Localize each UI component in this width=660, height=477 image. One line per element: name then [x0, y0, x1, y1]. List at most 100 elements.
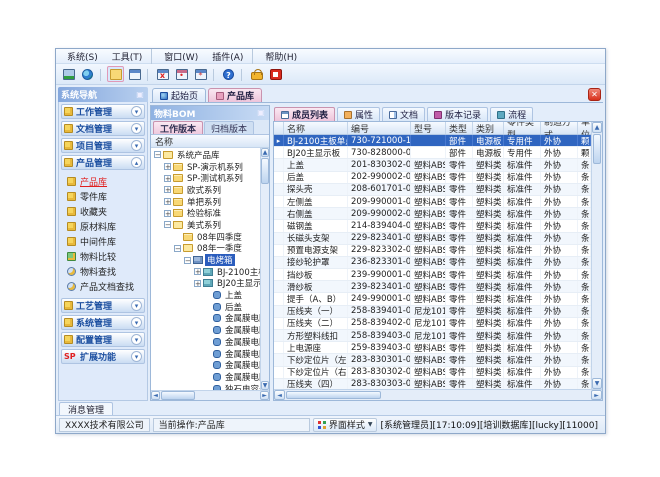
tree-node[interactable]: − 系统产品库 — [151, 149, 260, 161]
toolbar-button[interactable] — [60, 66, 77, 82]
toolbar-button[interactable] — [248, 66, 265, 82]
expander-plus[interactable]: + — [164, 198, 171, 205]
menu-item[interactable]: 插件(A) — [206, 49, 253, 64]
ui-style-button[interactable]: 界面样式 ▼ — [313, 418, 378, 432]
pin-icon[interactable]: ▣ — [135, 90, 145, 100]
toolbar-button[interactable]: • — [173, 66, 190, 82]
arrow-right-icon[interactable]: ► — [591, 390, 602, 400]
tree-node[interactable]: 08年四季度 — [151, 231, 260, 243]
sidebar-item[interactable]: 物料查找 — [67, 264, 145, 279]
member-tab[interactable]: 属性 — [337, 107, 380, 121]
document-tab[interactable]: 产品库 — [208, 88, 262, 102]
table-row[interactable]: 压线夹（四） 283-830303-00X 塑料ABS 零件 塑料类 标准件 外… — [274, 379, 591, 389]
tree-node[interactable]: + 欧式系列 — [151, 184, 260, 196]
chevron-down-icon[interactable]: ▾ — [131, 351, 142, 362]
chevron-down-icon[interactable]: ▾ — [131, 300, 142, 311]
scrollbar-thumb[interactable] — [161, 391, 195, 400]
chevron-down-icon[interactable]: ▾ — [131, 106, 142, 117]
tree-horizontal-scrollbar[interactable]: ◄ ► — [151, 390, 269, 400]
column-header[interactable]: 类别 — [473, 122, 504, 134]
tree-node[interactable]: 金属膜电阻器 — [151, 324, 260, 336]
arrow-up-icon[interactable]: ▲ — [592, 122, 602, 133]
column-header[interactable]: 类型 — [446, 122, 473, 134]
menu-item[interactable]: 帮助(H) — [259, 49, 303, 64]
chevron-up-icon[interactable]: ▴ — [131, 157, 142, 168]
toolbar-button[interactable]: * — [192, 66, 209, 82]
member-tab[interactable]: 流程 — [490, 107, 533, 121]
tree-node[interactable]: 金属膜电阻器 — [151, 359, 260, 371]
column-header[interactable]: 型号 — [411, 122, 446, 134]
grid-horizontal-scrollbar[interactable]: ◄ ► — [274, 389, 602, 400]
arrow-up-icon[interactable]: ▲ — [261, 148, 269, 157]
sidebar-item[interactable]: 中间件库 — [67, 234, 145, 249]
table-row[interactable]: 左侧盖 209-990001-01X 塑料ABS 零件 塑料类 标准件 外协 条 — [274, 196, 591, 208]
arrow-right-icon[interactable]: ► — [260, 391, 269, 400]
toolbar-button[interactable]: ? — [220, 66, 237, 82]
arrow-left-icon[interactable]: ◄ — [274, 390, 285, 400]
table-row[interactable]: 探头壳 208-601701-01X 塑料ABS 零件 塑料类 标准件 外协 条 — [274, 184, 591, 196]
chevron-down-icon[interactable]: ▾ — [131, 334, 142, 345]
tree-node[interactable]: 独石电容器 — [151, 383, 260, 390]
tree-node[interactable]: + 单把系列 — [151, 196, 260, 208]
pin-icon[interactable]: ▣ — [256, 108, 266, 118]
chevron-down-icon[interactable]: ▾ — [131, 140, 142, 151]
tree-node[interactable]: + BJ20主显示板 — [151, 278, 260, 290]
member-tab[interactable]: 文档 — [382, 107, 425, 121]
expander-plus[interactable]: + — [164, 175, 171, 182]
tree-node[interactable]: + SP-演示机系列 — [151, 161, 260, 173]
sidebar-section[interactable]: 配置管理 ▾ — [61, 332, 145, 347]
table-row[interactable]: 磁钢盖 214-839404-01X 塑料ABS 零件 塑料类 标准件 外协 条 — [274, 220, 591, 232]
column-header[interactable]: 零件类型 — [504, 122, 541, 134]
table-row[interactable]: 上盖 201-830302-00X 塑料ABS 零件 塑料类 标准件 外协 条 — [274, 159, 591, 171]
tree-node[interactable]: − 电烤箱 — [151, 254, 260, 266]
column-header[interactable]: 编号 — [348, 122, 411, 134]
tree-node[interactable]: + BJ-2100主板单点 — [151, 266, 260, 278]
table-row[interactable]: 挡纱板 239-990001-01X 塑料ABS 零件 塑料类 标准件 外协 条 — [274, 269, 591, 281]
table-row[interactable]: 滑纱板 239-823401-00X 塑料ABS 零件 塑料类 标准件 外协 条 — [274, 281, 591, 293]
table-row[interactable]: 上电源座 259-839403-00X 塑料ABS 零件 塑料类 标准件 外协 … — [274, 342, 591, 354]
sidebar-item[interactable]: 收藏夹 — [67, 204, 145, 219]
toolbar-button[interactable]: x — [154, 66, 171, 82]
tree-node[interactable]: 金属膜电阻器 — [151, 348, 260, 360]
tree-node[interactable]: 后盖 — [151, 301, 260, 313]
table-row[interactable]: 右侧盖 209-990002-01X 塑料ABS 零件 塑料类 标准件 外协 条 — [274, 208, 591, 220]
toolbar-button[interactable] — [79, 66, 96, 82]
tree-node[interactable]: + SP-测试机系列 — [151, 172, 260, 184]
table-row[interactable]: 长磁头支架 229-823401-00X 塑料ABS 零件 塑料类 标准件 外协… — [274, 233, 591, 245]
table-row[interactable]: 压线夹（一） 258-839401-00X 尼龙1010 零件 塑料类 标准件 … — [274, 306, 591, 318]
expander-plus[interactable]: + — [194, 280, 201, 287]
arrow-down-icon[interactable]: ▼ — [592, 378, 602, 389]
expander-minus[interactable]: − — [184, 257, 191, 264]
table-row[interactable]: 接纱轮护罩 236-823301-00X 塑料ABS 零件 塑料类 标准件 外协… — [274, 257, 591, 269]
table-row[interactable]: BJ-2100主板单点 730-721000-12X 部件 电源板 专用件 外协… — [274, 135, 591, 147]
sidebar-section[interactable]: SP 扩展功能 ▾ — [61, 349, 145, 364]
grid-vertical-scrollbar[interactable]: ▲ ▼ — [591, 122, 602, 389]
sidebar-item[interactable]: 产品库 — [67, 174, 145, 189]
table-row[interactable]: 方形塑料线扣 258-839403-00X 尼龙1010 零件 塑料类 标准件 … — [274, 330, 591, 342]
menu-item[interactable]: 系统(S) — [61, 49, 104, 64]
toolbar-button[interactable] — [107, 66, 124, 82]
toolbar-button[interactable] — [126, 66, 143, 82]
column-header[interactable]: 名称 — [284, 122, 348, 134]
arrow-left-icon[interactable]: ◄ — [151, 391, 160, 400]
tree-node[interactable]: − 美式系列 — [151, 219, 260, 231]
tree-node[interactable]: 金属膜电阻器 — [151, 336, 260, 348]
sidebar-section[interactable]: 文档管理 ▾ — [61, 121, 145, 136]
table-row[interactable]: 下纱定位片（左） 283-830301-00X 塑料ABS 零件 塑料类 标准件… — [274, 354, 591, 366]
sidebar-section[interactable]: 项目管理 ▾ — [61, 138, 145, 153]
member-tab[interactable]: 成员列表 — [274, 107, 335, 121]
message-panel-tab[interactable]: 消息管理 — [59, 402, 113, 415]
tree-node[interactable]: − 08年一季度 — [151, 243, 260, 255]
menu-item[interactable]: 窗口(W) — [158, 49, 204, 64]
scrollbar-thumb[interactable] — [286, 391, 381, 399]
version-tab[interactable]: 归档版本 — [204, 121, 254, 134]
sidebar-section[interactable]: 工作管理 ▾ — [61, 104, 145, 119]
sidebar-item[interactable]: 产品文档查找 — [67, 279, 145, 294]
expander-minus[interactable]: − — [174, 245, 181, 252]
expander-plus[interactable]: + — [194, 268, 201, 275]
menu-item[interactable]: 工具(T) — [106, 49, 153, 64]
column-header[interactable]: 制造方式 — [541, 122, 578, 134]
sidebar-item[interactable]: 原材料库 — [67, 219, 145, 234]
sidebar-section[interactable]: 系统管理 ▾ — [61, 315, 145, 330]
scrollbar-thumb[interactable] — [261, 158, 269, 184]
